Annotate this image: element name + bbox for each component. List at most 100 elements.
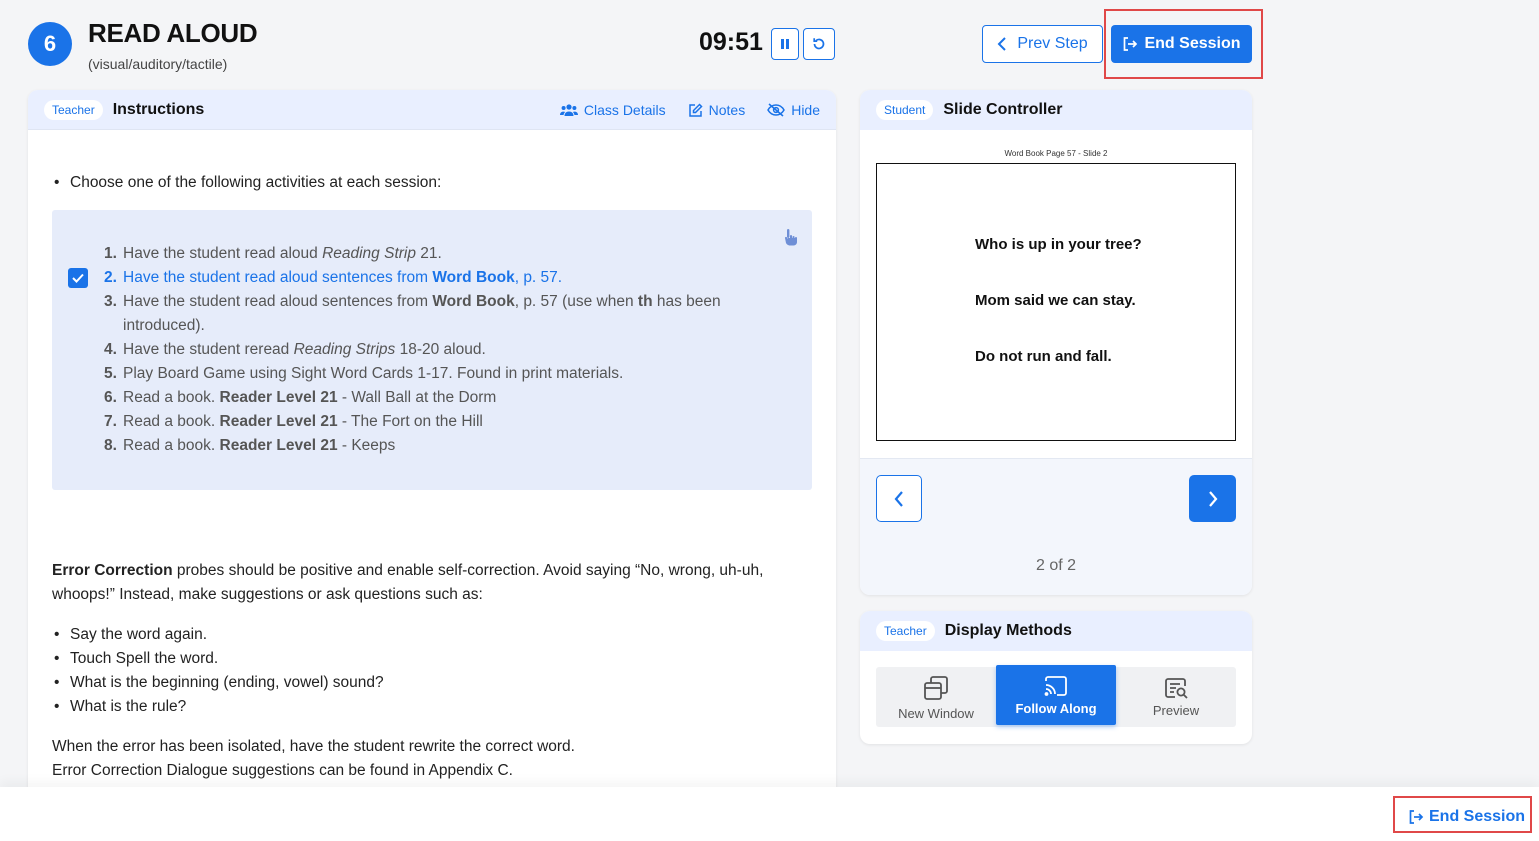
follow-along-label: Follow Along bbox=[1015, 700, 1097, 716]
activity-text-part: Reading Strips bbox=[293, 341, 396, 358]
activity-text-part: Have the student read aloud sentences fr… bbox=[123, 269, 433, 286]
end-session-label: End Session bbox=[1144, 35, 1241, 52]
exit-icon bbox=[1409, 810, 1424, 824]
display-methods-panel: Teacher Display Methods New Window Follo… bbox=[860, 611, 1252, 744]
class-details-label: Class Details bbox=[583, 102, 666, 118]
preview-option[interactable]: Preview bbox=[1116, 667, 1236, 727]
class-details-link[interactable]: Class Details bbox=[559, 102, 666, 118]
activity-text-part: - Wall Ball at the Dorm bbox=[337, 389, 497, 406]
error-bullet: What is the beginning (ending, vowel) so… bbox=[52, 671, 812, 695]
activity-number: 2. bbox=[104, 269, 117, 286]
edit-icon bbox=[688, 102, 703, 117]
pause-button[interactable] bbox=[771, 28, 799, 60]
end-session-button[interactable]: End Session bbox=[1111, 25, 1252, 63]
slide-controller-header: Student Slide Controller bbox=[860, 90, 1252, 130]
activity-text-part: Read a book. bbox=[123, 437, 220, 454]
error-bullet: What is the rule? bbox=[52, 695, 812, 719]
activity-text: Read a book. Reader Level 21 - Wall Ball… bbox=[123, 386, 496, 410]
activity-item-5[interactable]: 5. Play Board Game using Sight Word Cards… bbox=[104, 362, 784, 386]
step-subtitle: (visual/auditory/tactile) bbox=[88, 56, 228, 72]
activity-text-part: Have the student read aloud sentences fr… bbox=[123, 293, 433, 310]
step-number-badge: 6 bbox=[28, 22, 72, 66]
activity-text-part: th bbox=[637, 293, 653, 310]
slide-caption: Word Book Page 57 - Slide 2 bbox=[1004, 149, 1108, 158]
activity-text-part: Have the student read aloud bbox=[123, 245, 323, 262]
activity-text-part: , p. 57 (use when bbox=[514, 293, 638, 310]
activity-text: Read a book. Reader Level 21 - The Fort … bbox=[123, 410, 483, 434]
error-correction-heading: Error Correction bbox=[52, 562, 173, 579]
activity-text-part: Have the student reread bbox=[123, 341, 294, 358]
cast-icon bbox=[1044, 675, 1067, 696]
instructions-panel: Teacher Instructions Class Details Notes… bbox=[28, 90, 836, 800]
activity-text-part: Word Book bbox=[432, 269, 515, 286]
display-methods-header: Teacher Display Methods bbox=[860, 611, 1252, 651]
reset-timer-button[interactable] bbox=[803, 28, 835, 60]
activity-text-part: Play Board Game using Sight Word Cards 1… bbox=[123, 365, 624, 382]
activity-text: Have the student read aloud sentences fr… bbox=[123, 290, 784, 338]
activity-text-part: Reading Strip bbox=[322, 245, 416, 262]
follow-along-option[interactable]: Follow Along bbox=[996, 665, 1116, 725]
chevron-right-icon bbox=[1208, 490, 1217, 507]
activity-text-part: , p. 57. bbox=[514, 269, 563, 286]
activity-item-2[interactable]: 2. Have the student read aloud sentences … bbox=[104, 266, 784, 290]
closing-line-1: When the error has been isolated, have t… bbox=[52, 738, 575, 755]
activity-item-4[interactable]: 4. Have the student reread Reading Strips… bbox=[104, 338, 784, 362]
error-bullet: Touch Spell the word. bbox=[52, 647, 812, 671]
activity-text: Have the student reread Reading Strips 1… bbox=[123, 338, 486, 362]
slide-navigation: 2 of 2 bbox=[860, 458, 1252, 595]
prev-step-button[interactable]: Prev Step bbox=[982, 25, 1103, 63]
slide-line-1: Who is up in your tree? bbox=[975, 236, 1142, 253]
activity-checkbox[interactable] bbox=[68, 268, 88, 288]
footer-end-session-button[interactable]: End Session bbox=[1408, 808, 1525, 826]
activity-text-part: Read a book. bbox=[123, 389, 220, 406]
activity-text-part: Reader Level 21 bbox=[219, 389, 338, 406]
preview-icon bbox=[1165, 677, 1188, 699]
users-icon bbox=[559, 104, 578, 116]
prev-step-label: Prev Step bbox=[1017, 35, 1088, 52]
error-correction-paragraph: Error Correction probes should be positi… bbox=[52, 559, 812, 607]
role-tag-teacher: Teacher bbox=[44, 99, 103, 120]
intro-bullet: Choose one of the following activities a… bbox=[52, 171, 812, 195]
footer-end-session-label: End Session bbox=[1429, 808, 1526, 825]
role-tag-teacher: Teacher bbox=[876, 621, 935, 641]
error-bullet: Say the word again. bbox=[52, 623, 812, 647]
activity-text-part: 21. bbox=[415, 245, 442, 262]
slide-page-indicator: 2 of 2 bbox=[1035, 557, 1077, 574]
footer-bar bbox=[0, 787, 1539, 841]
hand-pointer-icon[interactable] bbox=[782, 228, 798, 246]
notes-link[interactable]: Notes bbox=[688, 102, 746, 118]
activity-number: 8. bbox=[104, 437, 117, 454]
activity-item-1[interactable]: 1. Have the student read aloud Reading St… bbox=[104, 242, 784, 266]
previous-slide-button[interactable] bbox=[876, 475, 922, 522]
activity-text: Read a book. Reader Level 21 - Keeps bbox=[123, 434, 395, 458]
activity-text-part: 18-20 aloud. bbox=[395, 341, 486, 358]
step-title: READ ALOUD bbox=[88, 18, 258, 48]
activity-number: 5. bbox=[104, 365, 117, 382]
activity-item-7[interactable]: 7. Read a book. Reader Level 21 - The For… bbox=[104, 410, 784, 434]
activity-number: 4. bbox=[104, 341, 117, 358]
activity-item-6[interactable]: 6. Read a book. Reader Level 21 - Wall Ba… bbox=[104, 386, 784, 410]
activity-text-part: Reader Level 21 bbox=[219, 413, 338, 430]
new-window-icon bbox=[924, 675, 948, 700]
notes-label: Notes bbox=[708, 102, 746, 118]
activity-text-part: - Keeps bbox=[337, 437, 396, 454]
pause-icon bbox=[781, 39, 789, 49]
check-icon bbox=[72, 273, 84, 283]
reset-icon bbox=[813, 38, 825, 50]
next-slide-button[interactable] bbox=[1189, 475, 1236, 522]
activity-number: 6. bbox=[104, 389, 117, 406]
activity-item-3[interactable]: 3. Have the student read aloud sentences … bbox=[104, 290, 784, 338]
activity-text-part: - The Fort on the Hill bbox=[337, 413, 483, 430]
new-window-option[interactable]: New Window bbox=[876, 667, 996, 727]
session-timer: 09:51 bbox=[699, 28, 763, 56]
chevron-left-icon bbox=[894, 490, 903, 507]
hide-link[interactable]: Hide bbox=[767, 102, 820, 118]
display-method-options: New Window Follow Along Preview bbox=[876, 665, 1236, 727]
slide-controller-panel: Student Slide Controller Word Book Page … bbox=[860, 90, 1252, 595]
activity-number: 1. bbox=[104, 245, 117, 262]
activity-options-box: 1. Have the student read aloud Reading St… bbox=[52, 210, 812, 490]
activity-item-8[interactable]: 8. Read a book. Reader Level 21 - Keeps bbox=[104, 434, 784, 458]
activity-number: 3. bbox=[104, 293, 117, 310]
role-tag-student: Student bbox=[876, 100, 934, 120]
activity-text: Have the student read aloud sentences fr… bbox=[123, 266, 562, 290]
